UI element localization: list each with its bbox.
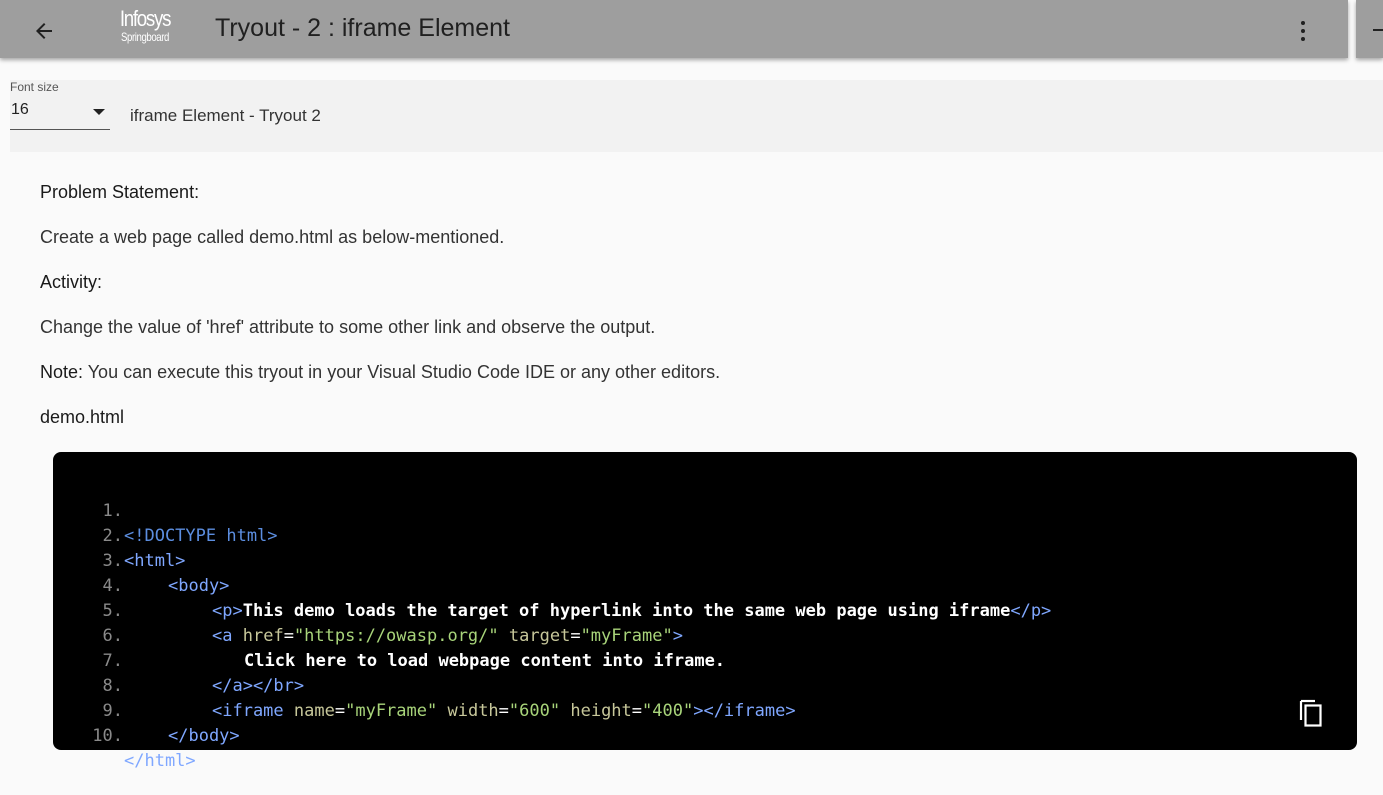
back-button[interactable] <box>26 13 62 49</box>
code-line: 8. <iframe name="myFrame" width="600" he… <box>53 649 1357 721</box>
minus-icon[interactable] <box>1373 29 1383 31</box>
problem-heading: Problem Statement: <box>40 182 200 202</box>
logo-line-2: Springboard <box>121 30 169 44</box>
activity-text: Change the value of 'href' attribute to … <box>40 317 656 337</box>
lesson-title: iframe Element - Tryout 2 <box>130 106 321 125</box>
code-line: 9. </body> <box>53 674 1357 746</box>
activity-heading: Activity: <box>40 272 103 292</box>
line-number: 10. <box>92 726 123 746</box>
code-line: 2. <html> <box>53 499 1357 571</box>
font-size-select[interactable]: 16 <box>10 98 110 130</box>
copy-code-button[interactable] <box>1297 698 1327 730</box>
code-line: 1. <!DOCTYPE html> <box>53 474 1357 546</box>
code-lines: 1. <!DOCTYPE html> 2. <html> 3. <body> 4… <box>53 474 1357 771</box>
code-line: 6. Click here to load webpage content in… <box>53 599 1357 671</box>
code-line: 7. </a></br> <box>53 624 1357 696</box>
font-size-value: 16 <box>11 101 29 118</box>
code-line: 4. <p>This demo loads the target of hype… <box>53 549 1357 621</box>
problem-text: Create a web page called demo.html as be… <box>40 227 505 247</box>
note-paragraph: Note: You can execute this tryout in you… <box>40 362 720 383</box>
note-label: Note: <box>40 362 84 382</box>
more-vertical-icon <box>1301 21 1305 25</box>
app-header: Infosys Springboard Tryout - 2 : iframe … <box>0 0 1348 58</box>
caret-down-icon <box>93 109 105 115</box>
page-title: Tryout - 2 : iframe Element <box>215 14 510 42</box>
note-text: You can execute this tryout in your Visu… <box>83 362 721 382</box>
copy-icon <box>1299 699 1322 727</box>
code-line: 5. <a href="https://owasp.org/" target="… <box>53 574 1357 646</box>
infosys-springboard-logo[interactable]: Infosys Springboard <box>110 8 180 50</box>
code-block: 1. <!DOCTYPE html> 2. <html> 3. <body> 4… <box>53 452 1357 771</box>
arrow-left-icon <box>36 23 52 39</box>
more-options-button[interactable] <box>1288 13 1318 49</box>
side-panel-header <box>1356 0 1383 58</box>
code-line: 3. <body> <box>53 524 1357 596</box>
logo-line-1: Infosys <box>119 6 172 31</box>
lesson-toolbar: Font size 16 iframe Element - Tryout 2 <box>10 80 1383 152</box>
code-token: </html> <box>124 751 196 771</box>
code-token: </body> <box>168 726 240 746</box>
code-line: 10. </html> <box>53 699 1357 771</box>
file-name: demo.html <box>40 407 125 427</box>
font-size-label: Font size <box>10 80 59 94</box>
